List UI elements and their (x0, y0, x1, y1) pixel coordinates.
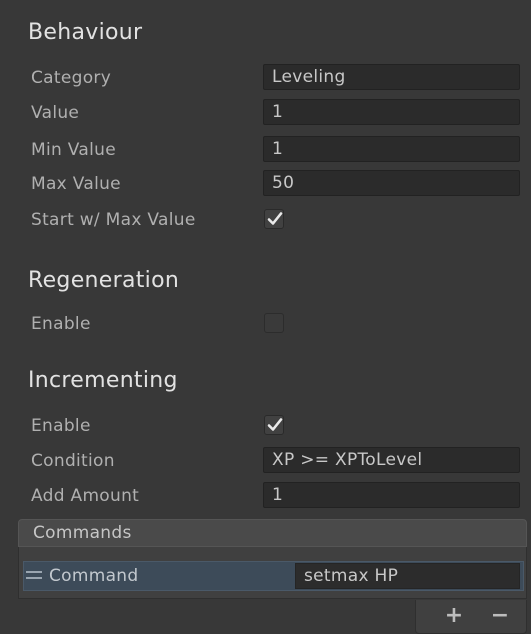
regeneration-enable-label: Enable (31, 314, 91, 334)
commands-list: Command setmax HP (18, 547, 527, 599)
category-field[interactable]: Leveling (263, 64, 520, 90)
regeneration-enable-checkbox[interactable] (264, 313, 284, 333)
add-amount-label: Add Amount (31, 486, 140, 506)
drag-handle-icon[interactable] (26, 571, 42, 581)
regeneration-enable-row: Enable (18, 310, 522, 338)
add-amount-row: Add Amount 1 (18, 482, 522, 510)
min-value-label: Min Value (31, 140, 116, 160)
commands-header-label: Commands (33, 523, 132, 543)
command-field[interactable]: setmax HP (295, 563, 520, 589)
max-value-row: Max Value 50 (18, 170, 522, 198)
min-value-row: Min Value 1 (18, 136, 522, 164)
start-max-label: Start w/ Max Value (31, 210, 196, 230)
checkmark-icon (267, 212, 283, 225)
category-row: Category Leveling (18, 64, 522, 92)
max-value-label: Max Value (31, 174, 121, 194)
commands-list-footer: + − (415, 600, 527, 634)
list-item[interactable]: Command setmax HP (23, 561, 524, 591)
behaviour-heading: Behaviour (28, 20, 143, 45)
command-label: Command (49, 566, 139, 586)
commands-list-header: Commands (18, 519, 527, 547)
remove-command-button[interactable]: − (486, 604, 514, 628)
start-max-row: Start w/ Max Value (18, 206, 522, 234)
category-label: Category (31, 68, 112, 88)
condition-label: Condition (31, 451, 115, 471)
condition-field[interactable]: XP >= XPToLevel (263, 447, 520, 473)
value-field[interactable]: 1 (263, 99, 520, 125)
inspector-panel: Behaviour Category Leveling Value 1 Min … (18, 0, 531, 634)
value-row: Value 1 (18, 99, 522, 127)
condition-row: Condition XP >= XPToLevel (18, 447, 522, 475)
add-amount-field[interactable]: 1 (263, 482, 520, 508)
start-max-checkbox[interactable] (264, 209, 284, 229)
value-label: Value (31, 103, 80, 123)
checkmark-icon (267, 418, 283, 431)
add-command-button[interactable]: + (440, 604, 468, 628)
incrementing-enable-checkbox[interactable] (264, 415, 284, 435)
max-value-field[interactable]: 50 (263, 170, 520, 196)
incrementing-heading: Incrementing (28, 368, 178, 393)
regeneration-heading: Regeneration (28, 268, 180, 293)
min-value-field[interactable]: 1 (263, 136, 520, 162)
incrementing-enable-row: Enable (18, 412, 522, 440)
incrementing-enable-label: Enable (31, 416, 91, 436)
